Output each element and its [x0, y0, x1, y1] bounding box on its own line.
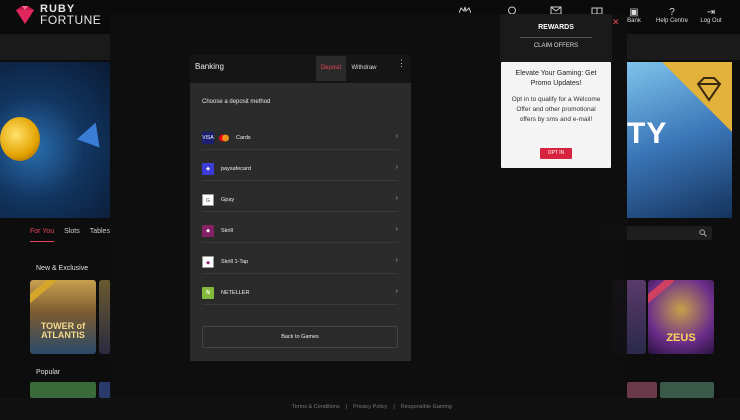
banking-title: Banking [195, 62, 224, 71]
tile-badge [30, 280, 57, 304]
hero-title-fragment: TY [627, 117, 668, 150]
more-options-icon[interactable]: ⋮ [397, 58, 406, 69]
rewards-panel [500, 14, 612, 62]
footer-separator: | [345, 404, 348, 410]
payment-method-gpay[interactable]: G Gpay › [202, 190, 398, 212]
payment-method-cards[interactable]: VISA Cards › [202, 128, 398, 150]
deposit-method-heading: Choose a deposit method [202, 99, 271, 105]
opt-in-button[interactable]: OPT IN [540, 148, 572, 159]
footer-links: Terms & Conditions | Privacy Policy | Re… [292, 404, 452, 410]
search-icon [699, 229, 707, 237]
bank-label: Bank [627, 18, 641, 24]
skrill-icon: ◆ [202, 225, 214, 237]
log-out-label: Log Out [700, 18, 722, 24]
hero-banner-right[interactable]: TY [627, 62, 732, 218]
close-icon[interactable]: ✕ [612, 17, 620, 28]
payment-method-label: paysafecard [221, 166, 251, 172]
chevron-right-icon: › [395, 288, 398, 295]
footer-separator: | [393, 404, 395, 410]
hero-banner-left[interactable] [0, 62, 110, 218]
rewards-title: REWARDS [538, 24, 574, 31]
paysafecard-icon: ◆ [202, 163, 214, 175]
payment-method-label: Skrill [221, 228, 233, 234]
log-out-button[interactable]: ⇥ Log Out [691, 7, 731, 24]
responsible-gaming-link[interactable]: Responsible Gaming [401, 404, 452, 410]
privacy-link[interactable]: Privacy Policy [353, 404, 387, 410]
tab-tables[interactable]: Tables [90, 228, 110, 242]
payment-method-label: Skrill 1-Tap [221, 259, 249, 265]
chevron-right-icon: › [395, 195, 398, 202]
section-title-popular: Popular [36, 369, 61, 376]
optin-description: Opt in to qualify for a Welcome Offer an… [511, 96, 601, 123]
game-tile-tower-of-atlantis[interactable]: TOWER of ATLANTIS [30, 280, 96, 354]
game-tile[interactable] [30, 382, 96, 398]
game-tile[interactable] [627, 382, 657, 398]
chevron-right-icon: › [395, 164, 398, 171]
payment-method-label: Cards [236, 135, 251, 141]
payment-method-skrill[interactable]: ◆ Skrill › [202, 221, 398, 243]
game-tile-zeus[interactable]: ZEUS [648, 280, 714, 354]
back-to-games-button[interactable]: Back to Games [202, 326, 398, 348]
help-centre-button[interactable]: ? Help Centre [652, 7, 692, 24]
blue-gem-graphic [76, 118, 108, 148]
tile-badge [648, 280, 675, 304]
chevron-right-icon: › [395, 226, 398, 233]
payment-method-paysafecard[interactable]: ◆ paysafecard › [202, 159, 398, 181]
gpay-icon: G [202, 194, 214, 206]
logo-text-fortune: FORTUNE [40, 13, 102, 27]
logout-icon: ⇥ [706, 7, 716, 18]
tab-withdraw[interactable]: Withdraw [350, 56, 378, 81]
optin-heading: Elevate Your Gaming: Get Promo Updates! [515, 70, 597, 87]
claim-offers-link[interactable]: CLAIM OFFERS [500, 43, 612, 49]
game-tile-title: ZEUS [666, 332, 696, 344]
payment-method-label: Gpay [221, 197, 235, 203]
help-centre-label: Help Centre [655, 18, 688, 24]
terms-link[interactable]: Terms & Conditions [292, 404, 340, 410]
rewards-divider [520, 37, 592, 38]
game-tile-title: TOWER of ATLANTIS [40, 321, 86, 340]
visa-icon: VISA [202, 132, 214, 144]
payment-method-skrill-1-tap[interactable]: ◆ Skrill 1-Tap › [202, 252, 398, 274]
game-tile[interactable] [660, 382, 714, 398]
neteller-icon: N [202, 287, 214, 299]
gold-ball-graphic [0, 117, 40, 161]
chevron-right-icon: › [395, 257, 398, 264]
casino-page: RUBY FORTUNE ▣ Bank ? Help Centre ⇥ Log … [0, 0, 740, 420]
help-icon: ? [669, 7, 675, 18]
tab-for-you[interactable]: For You [30, 228, 55, 242]
payment-method-neteller[interactable]: N NETELLER › [202, 283, 398, 305]
skrill-1tap-icon: ◆ [202, 256, 214, 268]
section-title-new-exclusive: New & Exclusive [36, 265, 89, 272]
ruby-gem-icon [16, 6, 34, 24]
category-tabs: For You Slots Tables [30, 228, 110, 242]
ruby-fortune-logo[interactable]: RUBY FORTUNE [14, 4, 101, 26]
mastercard-icon [219, 134, 229, 142]
chevron-right-icon: › [395, 133, 398, 140]
diamond-icon [696, 77, 722, 102]
payment-method-label: NETELLER [221, 290, 250, 296]
tab-deposit[interactable]: Deposit [316, 56, 346, 81]
tab-slots[interactable]: Slots [64, 228, 80, 242]
